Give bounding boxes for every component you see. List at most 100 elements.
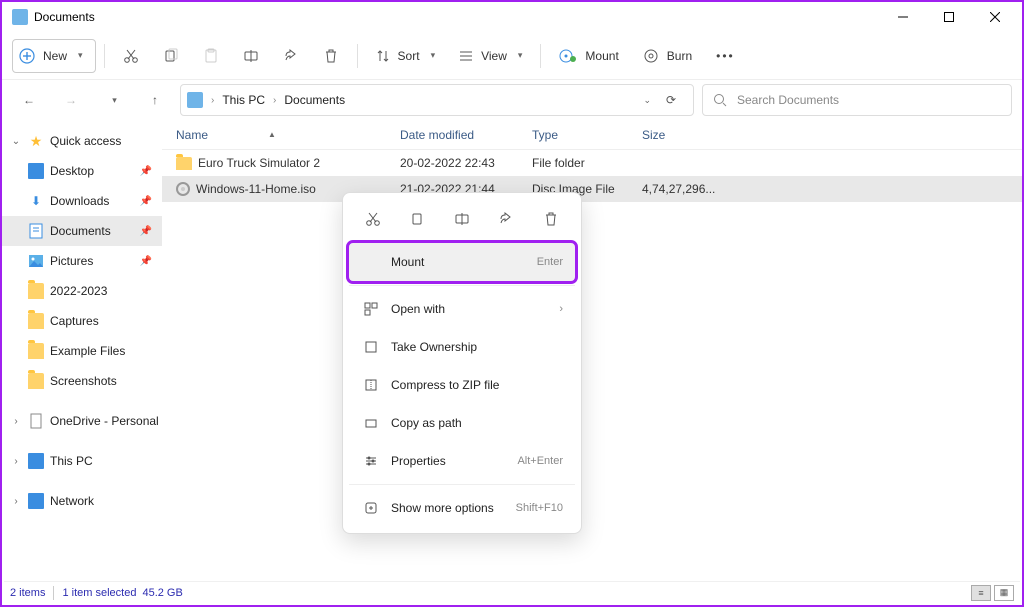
column-headers: Name▲ Date modified Type Size — [162, 120, 1022, 150]
pictures-icon — [28, 253, 44, 269]
recent-chevron[interactable]: ▾ — [96, 83, 130, 117]
sort-icon — [376, 49, 390, 63]
back-button[interactable]: ← — [12, 83, 46, 117]
open-with-icon — [361, 302, 381, 316]
app-icon — [12, 9, 28, 25]
ctx-open-with[interactable]: Open with› — [349, 290, 575, 328]
ctx-share-button[interactable] — [490, 205, 522, 233]
column-name[interactable]: Name▲ — [172, 128, 400, 142]
chevron-down-icon[interactable]: ⌄ — [643, 95, 651, 106]
desktop-icon — [28, 163, 44, 179]
location-icon — [187, 92, 203, 108]
sidebar-pictures[interactable]: Pictures📌 — [2, 246, 162, 276]
ctx-compress-zip[interactable]: Compress to ZIP file — [349, 366, 575, 404]
ctx-mount[interactable]: MountEnter — [349, 243, 575, 281]
sort-button[interactable]: Sort ▾ — [366, 39, 446, 73]
close-button[interactable] — [972, 3, 1018, 31]
sidebar-quick-access[interactable]: ⌄★Quick access — [2, 126, 162, 156]
status-item-count: 2 items — [10, 587, 45, 599]
ctx-copy-path[interactable]: Copy as path — [349, 404, 575, 442]
share-button[interactable] — [273, 39, 309, 73]
ctx-cut-button[interactable] — [357, 205, 389, 233]
copy-button[interactable] — [153, 39, 189, 73]
status-size: 45.2 GB — [142, 587, 182, 599]
maximize-button[interactable] — [926, 3, 972, 31]
chevron-down-icon: ▾ — [78, 50, 83, 61]
context-quick-actions — [349, 199, 575, 243]
downloads-icon: ⬇ — [28, 193, 44, 209]
search-icon — [713, 93, 727, 107]
forward-button[interactable]: → — [54, 83, 88, 117]
chevron-right-icon: › — [559, 303, 563, 315]
cut-button[interactable] — [113, 39, 149, 73]
zip-icon — [361, 378, 381, 392]
chevron-down-icon: ▾ — [518, 50, 523, 61]
sidebar-desktop[interactable]: Desktop📌 — [2, 156, 162, 186]
ctx-take-ownership[interactable]: Take Ownership — [349, 328, 575, 366]
more-icon — [361, 501, 381, 515]
address-bar[interactable]: › This PC › Documents ⌄ ⟳ — [180, 84, 694, 116]
breadcrumb-current[interactable]: Documents — [280, 91, 349, 109]
column-date[interactable]: Date modified — [400, 128, 532, 142]
search-input[interactable]: Search Documents — [702, 84, 1012, 116]
sidebar-network[interactable]: ›Network — [2, 486, 162, 516]
paste-button[interactable] — [193, 39, 229, 73]
more-button[interactable]: ••• — [706, 39, 745, 73]
sidebar-folder[interactable]: Captures — [2, 306, 162, 336]
pin-icon: 📌 — [140, 226, 152, 237]
mount-button[interactable]: Mount — [549, 39, 628, 73]
command-bar: New ▾ Sort ▾ View ▾ Mount Burn ••• — [2, 32, 1022, 80]
pin-icon: 📌 — [140, 196, 152, 207]
documents-icon — [28, 223, 44, 239]
navigation-pane: ⌄★Quick access Desktop📌 ⬇Downloads📌 Docu… — [2, 120, 162, 583]
onedrive-icon — [28, 413, 44, 429]
folder-icon — [28, 283, 44, 299]
folder-icon — [176, 157, 192, 170]
sidebar-onedrive[interactable]: ›OneDrive - Personal — [2, 406, 162, 436]
file-row[interactable]: Euro Truck Simulator 2 20-02-2022 22:43 … — [162, 150, 1022, 176]
refresh-button[interactable]: ⟳ — [655, 93, 687, 107]
view-button[interactable]: View ▾ — [449, 39, 532, 73]
sidebar-folder[interactable]: 2022-2023 — [2, 276, 162, 306]
breadcrumb-root[interactable]: This PC — [218, 91, 269, 109]
folder-icon — [28, 343, 44, 359]
minimize-button[interactable] — [880, 3, 926, 31]
file-list: Name▲ Date modified Type Size Euro Truck… — [162, 120, 1022, 583]
burn-button[interactable]: Burn — [633, 39, 702, 73]
pin-icon: 📌 — [140, 166, 152, 177]
mount-icon — [559, 49, 577, 63]
status-selected: 1 item selected — [62, 587, 136, 599]
file-row-selected[interactable]: Windows-11-Home.iso 21-02-2022 21:44 Dis… — [162, 176, 1022, 202]
details-view-toggle[interactable]: ≡ — [971, 585, 991, 601]
properties-icon — [361, 454, 381, 468]
pin-icon: 📌 — [140, 256, 152, 267]
ctx-rename-button[interactable] — [446, 205, 478, 233]
sidebar-folder[interactable]: Example Files — [2, 336, 162, 366]
context-menu: MountEnter Open with› Take Ownership Com… — [342, 192, 582, 534]
column-size[interactable]: Size — [642, 128, 714, 142]
ctx-properties[interactable]: PropertiesAlt+Enter — [349, 442, 575, 480]
delete-button[interactable] — [313, 39, 349, 73]
burn-icon — [643, 48, 659, 64]
title-bar: Documents — [2, 2, 1022, 32]
sidebar-documents[interactable]: Documents📌 — [2, 216, 162, 246]
view-icon — [459, 49, 473, 63]
chevron-right-icon: › — [273, 95, 276, 106]
ctx-copy-button[interactable] — [402, 205, 434, 233]
up-button[interactable]: ↑ — [138, 83, 172, 117]
icons-view-toggle[interactable]: ▦ — [994, 585, 1014, 601]
folder-icon — [28, 373, 44, 389]
sidebar-this-pc[interactable]: ›This PC — [2, 446, 162, 476]
new-button[interactable]: New ▾ — [12, 39, 96, 73]
column-type[interactable]: Type — [532, 128, 642, 142]
network-icon — [28, 493, 44, 509]
ctx-show-more[interactable]: Show more optionsShift+F10 — [349, 489, 575, 527]
sidebar-folder[interactable]: Screenshots — [2, 366, 162, 396]
plus-icon — [19, 48, 35, 64]
disc-icon — [176, 182, 190, 196]
ownership-icon — [361, 340, 381, 354]
rename-button[interactable] — [233, 39, 269, 73]
star-icon: ★ — [28, 133, 44, 149]
sidebar-downloads[interactable]: ⬇Downloads📌 — [2, 186, 162, 216]
ctx-delete-button[interactable] — [535, 205, 567, 233]
